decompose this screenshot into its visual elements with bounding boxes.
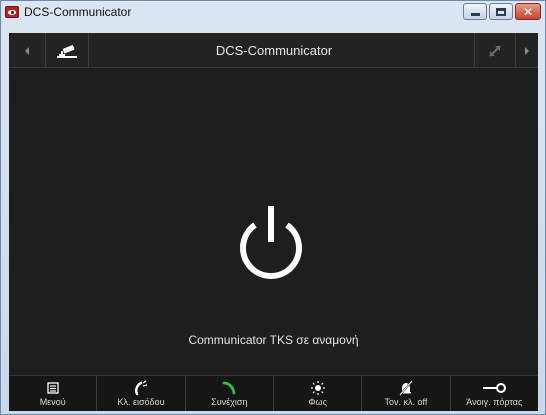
maximize-icon <box>496 7 506 16</box>
expand-icon <box>489 44 501 57</box>
menu-label: Μενού <box>39 397 66 407</box>
top-bar: DCS-Communicator <box>9 33 538 68</box>
minimize-button[interactable] <box>463 3 487 20</box>
main-area: Communicator TKS σε αναμονή <box>9 69 538 375</box>
status-text: Communicator TKS σε αναμονή <box>188 333 359 347</box>
phone-call-icon <box>135 380 148 395</box>
open-door-label: Άνοιγ. πόρτας <box>466 397 523 407</box>
bell-off-icon <box>399 379 413 396</box>
camera-icon <box>57 44 77 58</box>
entrance-call-button[interactable]: Κλ. εισόδου <box>96 376 184 411</box>
key-icon <box>483 382 507 393</box>
menu-icon <box>47 381 59 394</box>
close-icon: ✕ <box>522 4 534 19</box>
light-button[interactable]: Φως <box>272 376 361 411</box>
client-area: DCS-Communicator Communicator TKS σε ανα… <box>9 33 538 411</box>
resume-button[interactable]: Συνέχιση <box>184 376 273 411</box>
app-title: DCS-Communicator <box>215 43 333 58</box>
previous-button[interactable] <box>9 33 45 68</box>
open-door-button[interactable]: Άνοιγ. πόρτας <box>449 376 538 411</box>
entrance-call-label: Κλ. εισόδου <box>117 397 165 407</box>
ringtone-off-button[interactable]: Τον. κλ. off <box>361 376 449 411</box>
light-icon <box>310 380 325 395</box>
phone-green-icon <box>222 381 236 394</box>
maximize-button[interactable] <box>489 3 513 20</box>
menu-button[interactable]: Μενού <box>9 376 96 411</box>
minimize-icon <box>470 13 480 16</box>
app-window: DCS-Communicator ✕ DCS-Communicator Comm… <box>0 0 546 415</box>
window-titlebar[interactable]: DCS-Communicator ✕ <box>1 1 545 23</box>
arrow-left-icon <box>25 46 29 55</box>
power-icon[interactable] <box>233 203 309 285</box>
ringtone-off-label: Τον. κλ. off <box>384 397 428 407</box>
light-label: Φως <box>308 397 327 407</box>
expand-button[interactable] <box>475 33 515 68</box>
eye-icon[interactable] <box>5 6 19 18</box>
resume-label: Συνέχιση <box>211 397 248 407</box>
next-button[interactable] <box>516 33 538 68</box>
bottom-toolbar: Μενού Κλ. εισόδου Συνέχιση Φως Τον. κλ. … <box>9 375 538 411</box>
window-controls: ✕ <box>463 3 541 20</box>
close-button[interactable]: ✕ <box>515 3 541 20</box>
window-title: DCS-Communicator <box>24 5 132 19</box>
arrow-right-icon <box>525 46 529 55</box>
camera-button[interactable] <box>46 33 88 68</box>
